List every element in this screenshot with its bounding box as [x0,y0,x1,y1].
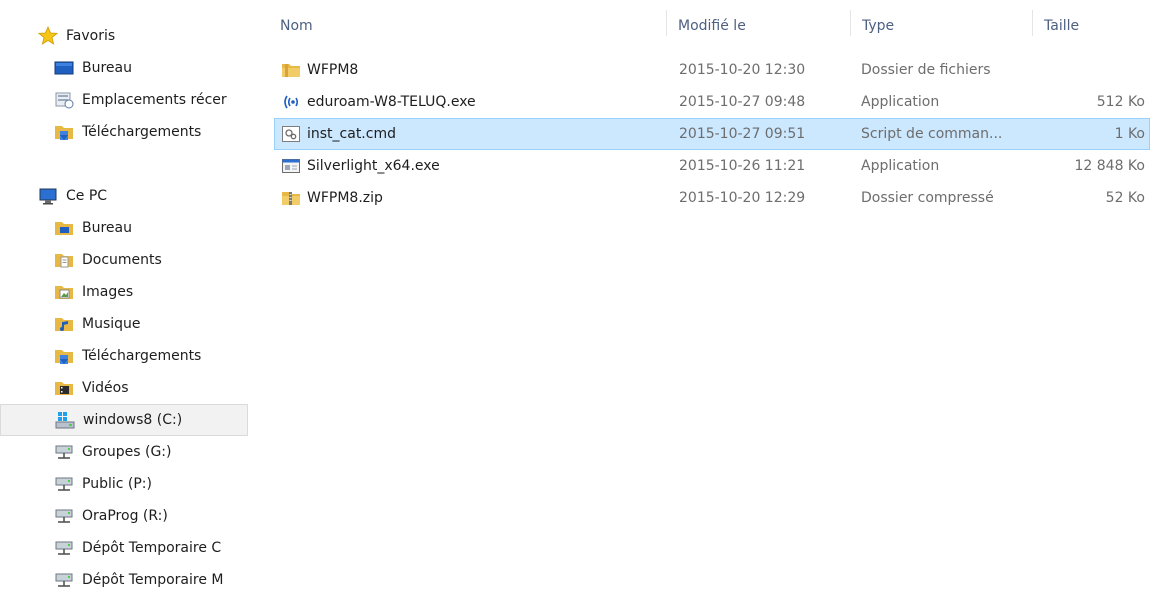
nav-item-label: windows8 (C:) [83,412,183,428]
file-modified: 2015-10-26 11:21 [679,158,806,174]
images-folder-icon [54,282,74,302]
file-name-cell: WFPM8.zip [281,183,383,213]
desktop-folder-icon [54,218,74,238]
nav-item-bureau[interactable]: Bureau [0,212,248,244]
file-modified: 2015-10-27 09:48 [679,94,806,110]
music-folder-icon [54,314,74,334]
file-name: inst_cat.cmd [307,126,396,142]
column-divider[interactable] [1032,10,1033,36]
file-size: 52 Ko [1105,190,1145,206]
recent-places-icon [54,90,74,110]
file-list: Nom Modifié le Type Taille WFPM8 2015-10… [270,0,1150,592]
nav-item-documents[interactable]: Documents [0,244,248,276]
file-size: 12 848 Ko [1074,158,1146,174]
column-header-size[interactable]: Taille [1044,14,1079,38]
nav-item-videos[interactable]: Vidéos [0,372,248,404]
nav-item-label: Musique [82,316,141,332]
documents-folder-icon [54,250,74,270]
file-row[interactable]: eduroam-W8-TELUQ.exe 2015-10-27 09:48 Ap… [274,86,1150,118]
desktop-icon [54,58,74,78]
nav-item-label: Dépôt Temporaire C [82,540,222,556]
nav-this-pc-label: Ce PC [66,188,108,204]
zip-folder-icon [281,188,301,208]
system-drive-icon [55,410,75,430]
file-name-cell: Silverlight_x64.exe [281,151,440,181]
file-modified: 2015-10-20 12:29 [679,190,806,206]
file-row-selected[interactable]: inst_cat.cmd 2015-10-27 09:51 Script de … [274,118,1150,150]
videos-folder-icon [54,378,74,398]
nav-item-label: OraProg (R:) [82,508,168,524]
nav-item-downloads[interactable]: Téléchargements [0,340,248,372]
file-modified: 2015-10-27 09:51 [679,126,806,142]
nav-item-label: Bureau [82,220,132,236]
nav-item-label: Téléchargements [82,124,202,140]
computer-icon [38,186,58,206]
nav-item-recent-places[interactable]: Emplacements récer [0,84,248,116]
column-header-modified[interactable]: Modifié le [678,14,746,38]
script-file-icon [281,124,301,144]
file-type: Application [861,158,940,174]
navigation-pane: Favoris Bureau Emplacements récer Téléch… [0,0,248,592]
nav-favorites[interactable]: Favoris [0,20,248,52]
nav-item-label: Vidéos [82,380,129,396]
network-drive-icon [54,570,74,590]
nav-item-depot-m[interactable]: Dépôt Temporaire M [0,564,248,592]
column-header-name[interactable]: Nom [280,14,313,38]
nav-item-drive-c[interactable]: windows8 (C:) [0,404,248,436]
application-icon [281,156,301,176]
file-name: WFPM8.zip [307,190,383,206]
file-name: eduroam-W8-TELUQ.exe [307,94,476,110]
nav-item-label: Groupes (G:) [82,444,172,460]
nav-item-bureau-fav[interactable]: Bureau [0,52,248,84]
nav-item-musique[interactable]: Musique [0,308,248,340]
nav-item-images[interactable]: Images [0,276,248,308]
file-name: WFPM8 [307,62,359,78]
file-row[interactable]: Silverlight_x64.exe 2015-10-26 11:21 App… [274,150,1150,182]
network-drive-icon [54,474,74,494]
nav-item-drive-g[interactable]: Groupes (G:) [0,436,248,468]
nav-item-drive-p[interactable]: Public (P:) [0,468,248,500]
file-name-cell: eduroam-W8-TELUQ.exe [281,87,476,117]
column-header-type[interactable]: Type [862,14,894,38]
file-name: Silverlight_x64.exe [307,158,440,174]
file-name-cell: inst_cat.cmd [281,119,396,149]
wireless-app-icon [281,92,301,112]
nav-item-label: Documents [82,252,162,268]
nav-item-label: Emplacements récer [82,92,227,108]
nav-item-label: Images [82,284,134,300]
file-row[interactable]: WFPM8 2015-10-20 12:30 Dossier de fichie… [274,54,1150,86]
folder-icon [281,60,301,80]
file-row[interactable]: WFPM8.zip 2015-10-20 12:29 Dossier compr… [274,182,1150,214]
nav-item-label: Public (P:) [82,476,152,492]
network-drive-icon [54,442,74,462]
file-name-cell: WFPM8 [281,55,358,85]
network-drive-icon [54,538,74,558]
file-type: Application [861,94,940,110]
nav-item-depot-c[interactable]: Dépôt Temporaire C [0,532,248,564]
nav-favorites-label: Favoris [66,28,116,44]
file-size: 1 Ko [1114,126,1145,142]
nav-item-downloads-fav[interactable]: Téléchargements [0,116,248,148]
nav-item-label: Dépôt Temporaire M [82,572,224,588]
file-type: Dossier compressé [861,190,994,206]
nav-this-pc[interactable]: Ce PC [0,180,248,212]
column-divider[interactable] [850,10,851,36]
nav-item-drive-r[interactable]: OraProg (R:) [0,500,248,532]
file-modified: 2015-10-20 12:30 [679,62,806,78]
column-divider[interactable] [666,10,667,36]
star-icon [38,26,58,46]
network-drive-icon [54,506,74,526]
nav-item-label: Bureau [82,60,132,76]
downloads-folder-icon [54,346,74,366]
file-size: 512 Ko [1096,94,1145,110]
downloads-folder-icon [54,122,74,142]
file-type: Dossier de fichiers [861,62,991,78]
file-type: Script de comman... [861,126,1003,142]
nav-item-label: Téléchargements [82,348,202,364]
